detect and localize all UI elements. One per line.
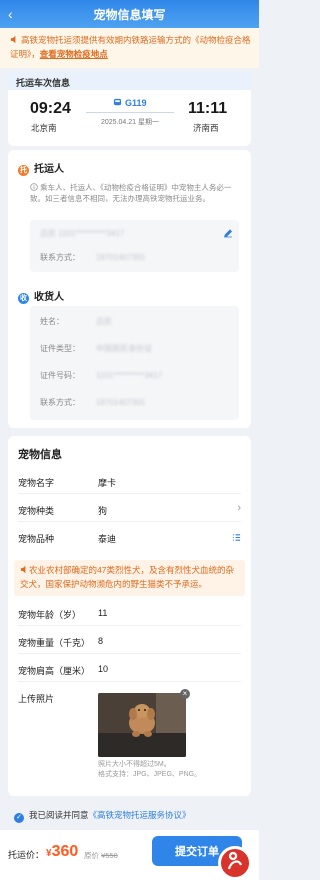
pet-age-value[interactable]: 11: [98, 608, 107, 618]
consignee-idtype-value: 中国居民身份证: [96, 344, 152, 353]
notice-banner: 高铁宠物托运须提供有效期内铁路运输方式的《动物检疫合格证明》，查看宠物检疫地点: [0, 28, 259, 68]
consignor-tip-text: 乘车人、托运人、《动物检疫合格证明》中宠物主人务必一致。如三者信息不相同，无法办…: [30, 183, 232, 203]
info-icon: [30, 183, 38, 191]
consignee-name-value: 吕民: [96, 317, 112, 326]
list-icon[interactable]: [232, 533, 241, 542]
train-icon: [114, 98, 122, 106]
pet-name-row[interactable]: 宠物名字 摩卡: [18, 468, 241, 494]
pet-height-label: 宠物肩高（厘米）: [18, 666, 91, 676]
checkbox-checked-icon[interactable]: ✓: [14, 813, 24, 823]
consignor-box[interactable]: 吕民 1101**********3417 联系方式： 18701407355: [30, 220, 239, 272]
floating-assistant-icon[interactable]: [218, 846, 252, 880]
notice-link[interactable]: 查看宠物检疫地点: [40, 49, 108, 59]
original-price: 原价 ¥558: [84, 850, 118, 861]
assistant-glyph-icon: [227, 851, 243, 870]
pet-breed-value: 泰迪: [98, 534, 117, 544]
consignee-phone-row: 联系方式： 18701407355: [40, 397, 145, 408]
pet-card: 宠物信息 宠物名字 摩卡 宠物种类 狗 › 宠物品种 泰迪 农业农村部确定的47…: [8, 436, 251, 796]
agreement-row[interactable]: ✓ 我已阅读并同意《高铁宠物托运服务协议》: [0, 804, 259, 826]
train-section-title: 托运车次信息: [8, 72, 251, 90]
pet-weight-value[interactable]: 8: [98, 636, 103, 646]
photo-hint-size: 照片大小不得超过5M。: [98, 761, 171, 768]
delete-photo-icon[interactable]: ×: [180, 689, 190, 699]
original-price-value: ¥558: [101, 851, 118, 860]
price-value: ¥360: [46, 843, 78, 861]
consignee-idno-label: 证件号码：: [40, 371, 80, 380]
pet-photo-image: [98, 693, 186, 757]
pet-breed-label: 宠物品种: [18, 534, 55, 544]
train-divider: [86, 112, 174, 113]
pet-age-row[interactable]: 宠物年龄（岁） 11: [18, 600, 241, 626]
arrival-station: 济南西: [193, 123, 219, 133]
price-label: 托运价：: [8, 850, 45, 860]
consignor-name-row: 吕民 1101**********3417: [40, 228, 124, 239]
consignee-box[interactable]: 姓名： 吕民 证件类型： 中国居民身份证 证件号码： 1101**********34…: [30, 306, 239, 420]
pet-type-value: 狗: [98, 506, 108, 516]
pet-type-label: 宠物种类: [18, 506, 55, 516]
arrival-time: 11:11: [188, 100, 228, 117]
consignor-phone-row: 联系方式： 18701407355: [40, 252, 145, 263]
breed-warning-text: 农业农村部确定的47类烈性犬，及含有烈性犬血统的杂交犬，国家保护动物濒危内的野生…: [20, 565, 234, 589]
pet-weight-row[interactable]: 宠物重量（千克） 8: [18, 628, 241, 654]
page-title: 宠物信息填写: [93, 8, 166, 22]
consignor-tip: 乘车人、托运人、《动物检疫合格证明》中宠物主人务必一致。如三者信息不相同，无法办…: [30, 182, 239, 204]
consignor-phone-value: 18701407355: [96, 253, 145, 262]
edit-icon[interactable]: [223, 228, 233, 238]
train-card: 托运车次信息 09:24 北京南 G119 2025.04.21 星期一 11:…: [8, 72, 251, 146]
consignee-phone-label: 联系方式：: [40, 398, 80, 407]
photo-hint: 照片大小不得超过5M。 格式支持：JPG、JPEG、PNG。: [98, 760, 201, 780]
agreement-link[interactable]: 《高铁宠物托运服务协议》: [89, 810, 191, 820]
consignee-title-text: 收货人: [34, 292, 64, 303]
original-price-label: 原价: [84, 851, 99, 860]
pet-age-label: 宠物年龄（岁）: [18, 610, 82, 620]
pet-weight-label: 宠物重量（千克）: [18, 638, 91, 648]
departure-time: 09:24: [30, 100, 71, 117]
consignee-idno-row: 证件号码： 1101**********3417: [40, 370, 162, 381]
consignee-idtype-label: 证件类型：: [40, 344, 80, 353]
pet-breed-row[interactable]: 宠物品种 泰迪: [18, 524, 241, 550]
photo-label: 上传照片: [18, 694, 55, 704]
nav-header: ‹ 宠物信息填写: [0, 0, 259, 28]
consignee-title: 收收货人: [18, 288, 64, 304]
consignee-idno-value: 1101**********3417: [96, 371, 163, 380]
pet-height-row[interactable]: 宠物肩高（厘米） 10: [18, 656, 241, 682]
pet-name-value[interactable]: 摩卡: [98, 476, 116, 489]
breed-warning: 农业农村部确定的47类烈性犬，及含有烈性犬血统的杂交犬，国家保护动物濒危内的野生…: [14, 560, 245, 596]
pet-type-row[interactable]: 宠物种类 狗 ›: [18, 496, 241, 522]
consignor-name-id: 吕民 1101**********3417: [40, 229, 125, 238]
pet-section-title: 宠物信息: [18, 449, 62, 461]
train-number: G119: [124, 98, 147, 108]
consignor-phone-label: 联系方式：: [40, 253, 80, 262]
consignor-title: 托托运人: [18, 160, 64, 176]
train-date: 2025.04.21 星期一: [101, 119, 159, 126]
consignee-idtype-row: 证件类型： 中国居民身份证: [40, 343, 152, 354]
pet-photo[interactable]: [98, 693, 186, 757]
agreement-prefix: 我已阅读并同意: [29, 810, 89, 820]
consignee-phone-value: 18701407355: [96, 398, 145, 407]
people-card: 托托运人 乘车人、托运人、《动物检疫合格证明》中宠物主人务必一致。如三者信息不相…: [8, 150, 251, 428]
train-info: G119 2025.04.21 星期一: [86, 98, 174, 127]
photo-hint-format: 格式支持：JPG、JPEG、PNG。: [98, 771, 202, 778]
consignee-name-row: 姓名： 吕民: [40, 316, 112, 327]
price-amount: 360: [51, 843, 79, 860]
consignee-name-label: 姓名：: [40, 317, 64, 326]
train-number-row: G119: [86, 98, 174, 108]
departure-station: 北京南: [31, 123, 57, 133]
consignor-badge: 托: [18, 165, 29, 176]
pet-name-label: 宠物名字: [18, 478, 55, 488]
consignee-badge: 收: [18, 293, 29, 304]
consignor-title-text: 托运人: [34, 164, 64, 175]
chevron-right-icon: ›: [237, 502, 241, 514]
speaker-icon: [10, 35, 16, 44]
pet-height-value[interactable]: 10: [98, 664, 108, 674]
speaker-icon: [20, 565, 26, 574]
